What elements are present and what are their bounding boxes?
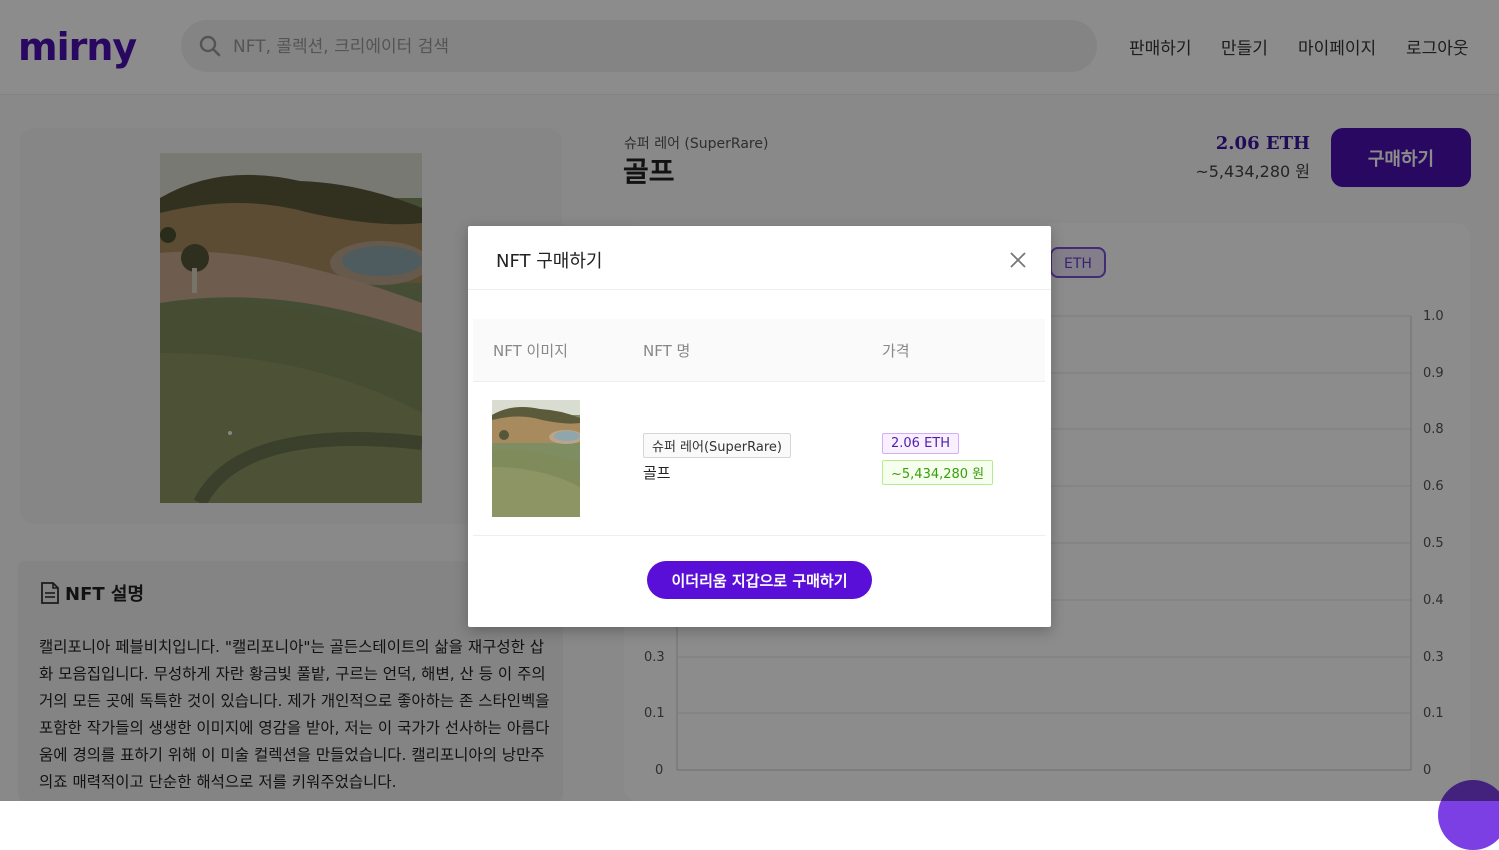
purchase-modal: NFT 구매하기 NFT 이미지 NFT 명 가격 슈퍼 레어(SuperRar… xyxy=(468,226,1051,627)
nft-name: 골프 xyxy=(643,464,671,482)
close-icon[interactable] xyxy=(1004,246,1032,274)
price-eth-tag: 2.06 ETH xyxy=(882,433,960,454)
price-krw-tag: ~5,434,280 원 xyxy=(882,460,994,485)
modal-title: NFT 구매하기 xyxy=(496,251,603,272)
column-header-image: NFT 이미지 xyxy=(493,342,568,360)
column-header-name: NFT 명 xyxy=(643,342,691,360)
eth-wallet-buy-button[interactable]: 이더리움 지갑으로 구매하기 xyxy=(647,561,872,599)
table-header: NFT 이미지 NFT 명 가격 xyxy=(473,319,1045,382)
row-divider xyxy=(473,535,1045,536)
nft-thumbnail xyxy=(492,400,580,517)
column-header-price: 가격 xyxy=(882,342,910,360)
page: mirny 판매하기 만들기 마이페이지 로그아웃 xyxy=(0,0,1499,850)
platform-tag: 슈퍼 레어(SuperRare) xyxy=(643,433,791,458)
modal-divider xyxy=(468,289,1051,290)
